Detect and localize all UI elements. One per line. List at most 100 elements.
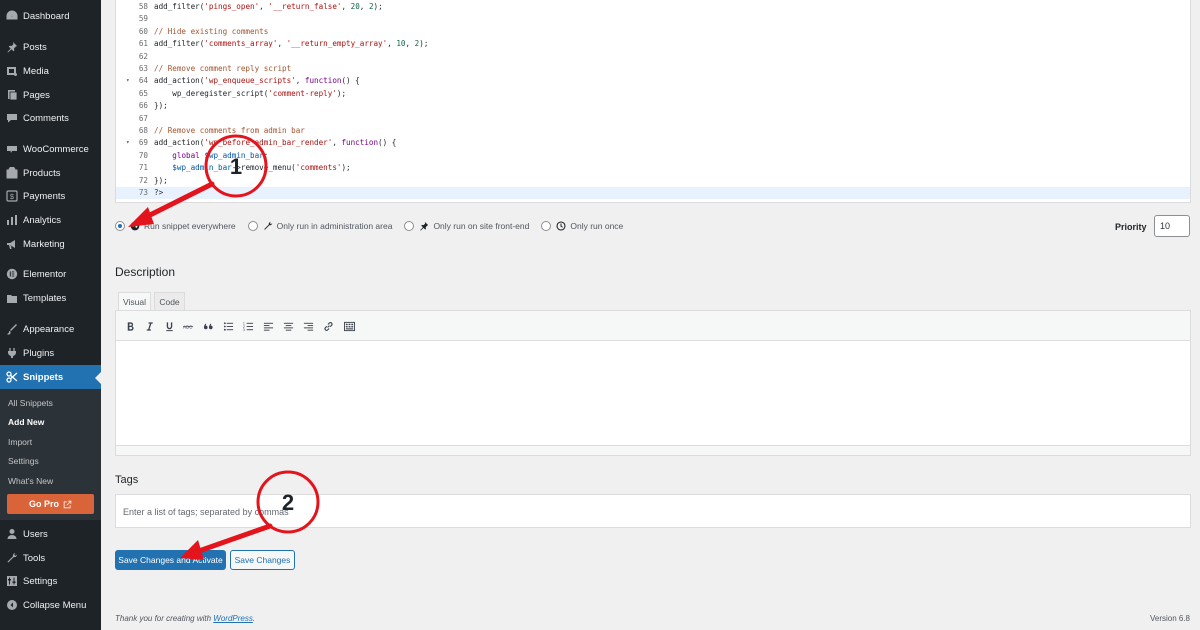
code-editor[interactable]: 58 add_filter('pings_open', '__return_fal… — [115, 0, 1191, 203]
code-text: add_filter('pings_open', '__return_false… — [154, 2, 383, 11]
code-line[interactable]: 59 — [116, 13, 1190, 25]
clock-icon — [556, 221, 566, 231]
products-icon — [6, 167, 18, 179]
sidebar-item-products[interactable]: Products — [0, 161, 101, 185]
sidebar-item-label: Plugins — [23, 347, 55, 359]
scope-label-everywhere: Run snippet everywhere — [144, 221, 236, 231]
strikethrough-icon[interactable]: ABC — [182, 320, 194, 332]
submenu-item-add-new[interactable]: Add New — [8, 417, 44, 427]
templates-icon — [6, 292, 18, 304]
code-line[interactable]: 58 add_filter('pings_open', '__return_fal… — [116, 1, 1190, 13]
sidebar-item-label: Elementor — [23, 268, 67, 280]
sidebar-item-snippets[interactable]: Snippets — [0, 365, 101, 389]
footer-version: Version 6.8 — [1149, 614, 1190, 623]
sidebar-item-woocommerce[interactable]: WooCommerce — [0, 137, 101, 161]
sidebar-item-appearance[interactable]: Appearance — [0, 317, 101, 341]
code-line[interactable]: 61 add_filter('comments_array', '__return… — [116, 38, 1190, 50]
submenu-item-what-s-new[interactable]: What's New — [8, 476, 53, 486]
blockquote-icon[interactable] — [202, 320, 214, 332]
sidebar-item-pages[interactable]: Pages — [0, 83, 101, 107]
pushpin-icon — [419, 221, 429, 231]
sidebar-item-payments[interactable]: $ Payments — [0, 184, 101, 208]
code-line[interactable]: 62 — [116, 51, 1190, 63]
go-pro-button[interactable]: Go Pro — [7, 494, 94, 514]
sidebar-item-templates[interactable]: Templates — [0, 286, 101, 310]
tab-code[interactable]: Code — [154, 292, 185, 311]
submenu-item-settings[interactable]: Settings — [8, 456, 39, 466]
globe-icon — [130, 221, 140, 231]
align-right-icon[interactable] — [302, 320, 314, 332]
sidebar-item-label: Media — [23, 65, 49, 77]
bold-icon[interactable] — [124, 320, 136, 332]
code-line[interactable]: 72}); — [116, 175, 1190, 187]
sidebar-item-comments[interactable]: Comments — [0, 106, 101, 130]
sidebar-item-dashboard[interactable]: Dashboard — [0, 4, 101, 28]
code-line[interactable]: 60 // Hide existing comments — [116, 26, 1190, 38]
code-line[interactable]: 73 ?> — [116, 187, 1190, 200]
code-line[interactable]: 71 $wp_admin_bar->remove_menu('comments'… — [116, 162, 1190, 174]
code-line[interactable]: 70 global $wp_admin_bar; — [116, 150, 1190, 162]
sidebar-item-media[interactable]: Media — [0, 59, 101, 83]
scope-radio-admin[interactable] — [247, 221, 258, 231]
sidebar-item-label: Snippets — [23, 371, 64, 383]
underline-icon[interactable] — [163, 320, 175, 332]
code-line[interactable]: 63 // Remove comment reply script — [116, 63, 1190, 75]
description-textarea[interactable] — [116, 342, 1190, 445]
media-icon — [6, 65, 18, 77]
bullet-list-icon[interactable] — [222, 320, 234, 332]
sidebar-item-elementor[interactable]: Elementor — [0, 262, 101, 286]
scope-option-once[interactable]: Only run once — [541, 221, 623, 231]
code-line[interactable]: 67 — [116, 113, 1190, 125]
link-icon[interactable] — [322, 320, 334, 332]
tags-heading: Tags — [115, 474, 139, 486]
code-line[interactable]: 65 wp_deregister_script('comment-reply')… — [116, 88, 1190, 100]
scope-option-everywhere[interactable]: Run snippet everywhere — [115, 221, 236, 231]
toolbar-toggle-icon[interactable] — [343, 320, 355, 332]
italic-icon[interactable] — [143, 320, 155, 332]
line-number: 72 — [138, 175, 148, 185]
scope-option-admin[interactable]: Only run in administration area — [247, 221, 393, 231]
scope-option-frontend[interactable]: Only run on site front-end — [404, 221, 529, 231]
sidebar-item-users[interactable]: Users — [0, 522, 101, 546]
sidebar-item-plugins[interactable]: Plugins — [0, 341, 101, 365]
sidebar-item-posts[interactable]: Posts — [0, 35, 101, 59]
tools-icon — [6, 552, 18, 564]
analytics-icon — [6, 214, 18, 226]
sidebar-item-label: Templates — [23, 292, 67, 304]
code-line[interactable]: 64 ▾ add_action('wp_enqueue_scripts', func… — [116, 75, 1190, 87]
code-line[interactable]: 66}); — [116, 100, 1190, 112]
priority-input[interactable]: 10 — [1154, 215, 1190, 237]
sidebar-item-label: Marketing — [23, 238, 65, 250]
submenu-item-import[interactable]: Import — [8, 437, 32, 447]
wordpress-link[interactable]: WordPress — [213, 614, 253, 623]
scope-radio-everywhere[interactable] — [115, 221, 125, 231]
sidebar-item-label: Analytics — [23, 214, 62, 226]
scope-radio-frontend[interactable] — [404, 221, 415, 231]
sidebar-item-marketing[interactable]: Marketing — [0, 232, 101, 256]
scope-radio-once[interactable] — [541, 221, 552, 231]
align-center-icon[interactable] — [282, 320, 294, 332]
code-text: add_action('wp_enqueue_scripts', functio… — [154, 76, 360, 86]
fold-arrow-icon[interactable]: ▾ — [126, 75, 130, 87]
scope-label-admin: Only run in administration area — [276, 221, 393, 231]
sidebar-item-label: Tools — [23, 552, 46, 564]
sidebar-item-settings[interactable]: Settings — [0, 569, 101, 593]
collapse-icon — [6, 599, 18, 611]
fold-arrow-icon[interactable]: ▾ — [126, 137, 130, 149]
sidebar-item-analytics[interactable]: Analytics — [0, 208, 101, 232]
align-left-icon[interactable] — [262, 320, 274, 332]
code-line[interactable]: 68 // Remove comments from admin bar — [116, 125, 1190, 137]
code-text: ?> — [154, 188, 164, 197]
code-line[interactable]: 69 ▾ add_action('wp_before_admin_bar_rende… — [116, 137, 1190, 149]
wrench-icon — [263, 221, 273, 231]
sidebar-item-collapse-menu[interactable]: Collapse Menu — [0, 593, 101, 617]
dashboard-icon — [6, 10, 18, 22]
line-number: 70 — [138, 150, 148, 160]
save-and-activate-button[interactable]: Save Changes and Activate — [115, 550, 226, 570]
submenu-item-all-snippets[interactable]: All Snippets — [8, 398, 53, 408]
tags-input[interactable]: Enter a list of tags; separated by comma… — [115, 494, 1191, 528]
save-changes-button[interactable]: Save Changes — [230, 550, 295, 570]
tab-visual[interactable]: Visual — [118, 292, 151, 311]
numbered-list-icon[interactable]: 123 — [242, 320, 254, 332]
sidebar-item-tools[interactable]: Tools — [0, 546, 101, 570]
